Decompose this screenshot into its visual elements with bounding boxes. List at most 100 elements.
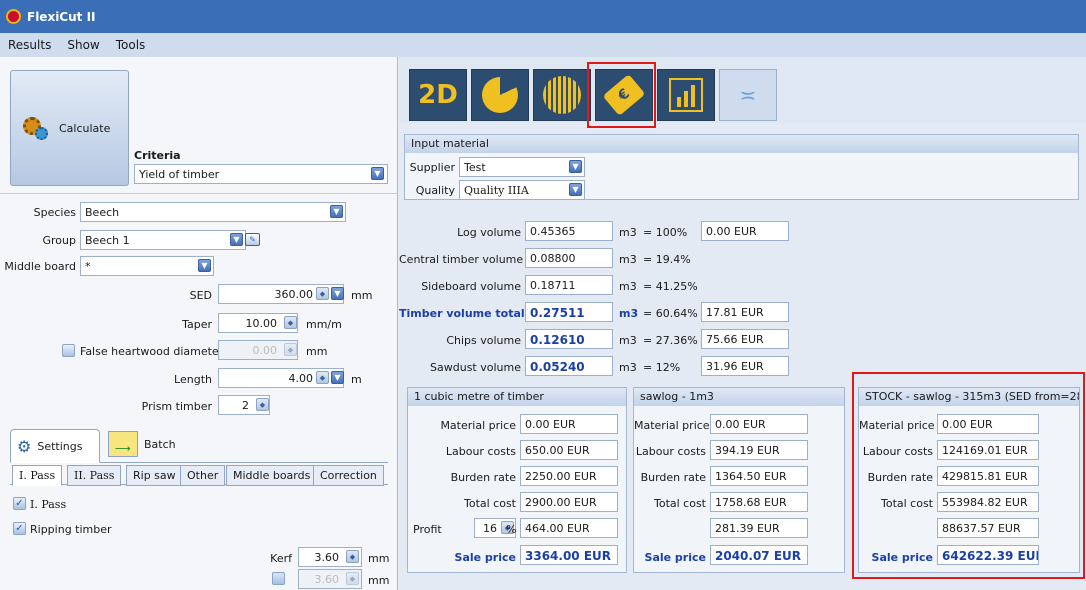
central-timber-value: 0.08800 [525, 248, 613, 268]
material-price-value: 0.00 EUR [520, 414, 618, 434]
chevron-down-icon[interactable]: ▼ [230, 233, 243, 246]
kerf2-checkbox[interactable] [272, 572, 285, 585]
quality-select[interactable]: Quality IIIA [459, 180, 585, 200]
false-heartwood-unit: mm [306, 345, 328, 358]
chevron-down-icon[interactable]: ▼ [198, 259, 211, 272]
species-select[interactable]: Beech [80, 202, 346, 222]
spinner-icon[interactable]: ◆ [346, 550, 359, 563]
burden-rate-value: 2250.00 EUR [520, 466, 618, 486]
input-material-panel: Input material Supplier Test ▼ Quality Q… [404, 134, 1079, 200]
menu-tools[interactable]: Tools [116, 38, 146, 52]
menu-show[interactable]: Show [67, 38, 99, 52]
subtab-iipass[interactable]: II. Pass [67, 465, 122, 486]
taper-label: Taper [182, 318, 212, 331]
burden-rate-label: Burden rate [640, 471, 706, 484]
material-price-value: 0.00 EUR [710, 414, 808, 434]
calculate-label: Calculate [59, 121, 111, 135]
statistics-view-button[interactable] [657, 69, 715, 121]
sideboard-unit: m3 [619, 280, 637, 293]
tab-batch[interactable]: ⟶ Batch [108, 431, 176, 457]
sawdust-volume-eur: 31.96 EUR [701, 356, 789, 376]
subtab-ipass[interactable]: I. Pass [12, 465, 63, 486]
spinner-icon[interactable]: ◆ [284, 316, 297, 329]
species-label: Species [33, 206, 76, 219]
kerf2-unit: mm [368, 574, 390, 587]
profit-label: Profit [413, 523, 442, 536]
burden-rate-label: Burden rate [450, 471, 516, 484]
timber-volume-total-percent: = 60.64% [643, 307, 698, 320]
tab-settings-label: Settings [37, 439, 83, 453]
chevron-down-icon[interactable]: ▼ [331, 287, 344, 300]
menu-results[interactable]: Results [8, 38, 51, 52]
central-timber-unit: m3 [619, 253, 637, 266]
supplier-label: Supplier [409, 161, 455, 174]
app-title: FlexiCut II [27, 9, 96, 24]
profit-eur: 464.00 EUR [520, 518, 618, 538]
sed-unit: mm [351, 289, 373, 302]
stock-highlight [852, 372, 1085, 579]
sale-price-value: 2040.07 EUR [710, 545, 808, 565]
sawdust-volume-unit: m3 [619, 361, 637, 374]
pie-chart-icon [482, 77, 518, 113]
sawdust-volume-percent: = 12% [643, 361, 681, 374]
central-timber-label: Central timber volume [399, 253, 524, 266]
price-panel-cubic-metre: 1 cubic metre of timber Material price 0… [407, 387, 627, 573]
divider [0, 193, 397, 194]
total-cost-label: Total cost [463, 497, 516, 510]
menu-bar: Results Show Tools [0, 33, 1086, 57]
spinner-icon[interactable]: ◆ [316, 287, 329, 300]
log-volume-percent: = 100% [643, 226, 688, 239]
quality-label: Quality [415, 184, 455, 197]
chips-volume-eur: 75.66 EUR [701, 329, 789, 349]
pie-chart-view-button[interactable] [471, 69, 529, 121]
app-icon [6, 9, 21, 24]
spinner-icon[interactable]: ◆ [316, 371, 329, 384]
sale-price-label: Sale price [644, 551, 706, 564]
chevron-down-icon[interactable]: ▼ [569, 160, 582, 173]
material-price-label: Material price [440, 419, 516, 432]
view-2d-label: 2D [418, 80, 458, 110]
log-volume-eur: 0.00 EUR [701, 221, 789, 241]
spinner-icon[interactable]: ◆ [346, 572, 359, 585]
criteria-select[interactable]: Yield of timber [134, 164, 388, 184]
left-panel: Calculate Criteria Yield of timber ▼ Spe… [0, 57, 398, 590]
central-timber-percent: = 19.4% [643, 253, 691, 266]
burden-rate-value: 1364.50 EUR [710, 466, 808, 486]
compare-view-button[interactable]: ≍ [719, 69, 777, 121]
labour-costs-value: 394.19 EUR [710, 440, 808, 460]
timber-volume-total-unit: m3 [619, 307, 639, 320]
sale-price-label: Sale price [454, 551, 516, 564]
total-cost-value: 2900.00 EUR [520, 492, 618, 512]
subtab-other[interactable]: Other [180, 465, 226, 486]
ipass-checkbox[interactable]: ✓ [13, 497, 26, 510]
middle-board-select[interactable]: * [80, 256, 214, 276]
chips-volume-value: 0.12610 [525, 329, 613, 349]
criteria-label: Criteria [134, 149, 181, 162]
spinner-icon[interactable]: ◆ [284, 343, 297, 356]
price-panel-title: sawlog - 1m3 [634, 388, 844, 406]
spinner-icon[interactable]: ◆ [256, 398, 269, 411]
false-heartwood-checkbox[interactable] [62, 344, 75, 357]
chevron-down-icon[interactable]: ▼ [330, 205, 343, 218]
group-select[interactable]: Beech 1 [80, 230, 246, 250]
false-heartwood-label: False heartwood diameter [80, 345, 224, 358]
subtab-correction[interactable]: Correction [313, 465, 384, 486]
chevron-down-icon[interactable]: ▼ [569, 183, 582, 196]
tab-settings[interactable]: ⚙ Settings [10, 429, 100, 463]
view-2d-button[interactable]: 2D [409, 69, 467, 121]
supplier-select[interactable]: Test [459, 157, 585, 177]
ripping-timber-label: Ripping timber [30, 523, 112, 536]
chevron-down-icon[interactable]: ▼ [331, 371, 344, 384]
subtab-rip-saw[interactable]: Rip saw [126, 465, 183, 486]
edit-pencil-icon[interactable]: ✎ [245, 233, 260, 246]
gear-icon: ⚙ [17, 436, 32, 456]
subtab-middle-boards[interactable]: Middle boards [226, 465, 318, 486]
labour-costs-label: Labour costs [445, 445, 516, 458]
kerf-label: Kerf [270, 552, 292, 565]
calculate-button[interactable]: Calculate [10, 70, 129, 186]
compare-lines-icon: ≍ [739, 83, 757, 107]
chips-volume-unit: m3 [619, 334, 637, 347]
log-section-view-button[interactable] [533, 69, 591, 121]
chevron-down-icon[interactable]: ▼ [371, 167, 384, 180]
ripping-timber-checkbox[interactable]: ✓ [13, 522, 26, 535]
